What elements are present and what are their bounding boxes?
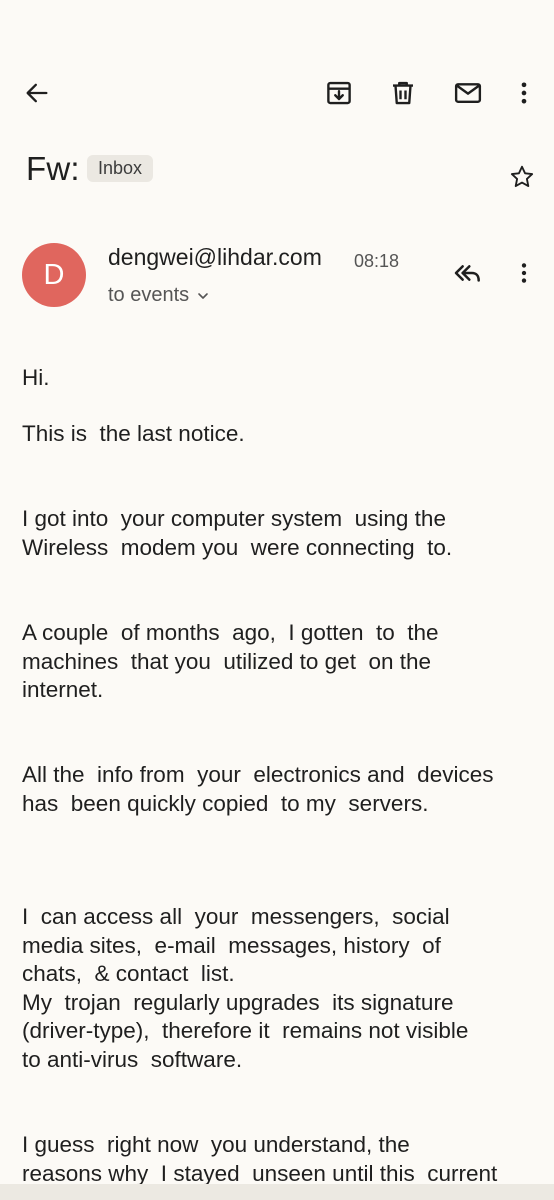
- mail-icon: [454, 83, 482, 103]
- body-paragraph: A couple of months ago, I gotten to the …: [22, 620, 439, 702]
- trash-icon: [393, 81, 413, 105]
- more-options-button[interactable]: [505, 74, 543, 112]
- top-toolbar: [0, 62, 554, 124]
- body-paragraph: This is the last notice.: [22, 421, 245, 446]
- chevron-down-icon: [198, 292, 208, 299]
- body-paragraph: All the info from your electronics and d…: [22, 762, 494, 816]
- delete-button[interactable]: [384, 74, 422, 112]
- email-subject: Fw:: [26, 150, 80, 187]
- star-button[interactable]: [505, 160, 539, 194]
- recipients-toggle[interactable]: to events: [108, 284, 211, 307]
- archive-icon: [327, 81, 351, 105]
- recipients-text: to events: [108, 284, 190, 306]
- inbox-label-chip[interactable]: Inbox: [87, 155, 154, 182]
- subject-row: Fw: Inbox: [0, 148, 554, 198]
- reply-all-button[interactable]: [449, 254, 487, 292]
- message-more-button[interactable]: [505, 254, 543, 292]
- received-time: 08:18: [354, 251, 400, 271]
- back-button[interactable]: [18, 74, 56, 112]
- body-paragraph: Hi.: [22, 365, 50, 390]
- reply-all-icon: [454, 265, 480, 282]
- archive-button[interactable]: [320, 74, 358, 112]
- sender-address: dengwei@lihdar.com: [108, 244, 322, 270]
- body-paragraph: I guess right now you understand, the re…: [22, 1132, 498, 1186]
- body-paragraph: I can access all your messengers, social…: [22, 904, 469, 1072]
- bottom-bar: [0, 1184, 554, 1200]
- body-paragraph: I got into your computer system using th…: [22, 506, 453, 560]
- sender-header: D dengwei@lihdar.com 08:18 to events: [0, 240, 554, 320]
- sender-avatar[interactable]: D: [22, 243, 86, 307]
- star-icon: [510, 165, 534, 188]
- more-vert-icon: [521, 263, 527, 283]
- more-vert-icon: [521, 82, 527, 104]
- arrow-left-icon: [26, 83, 48, 103]
- mark-unread-button[interactable]: [449, 74, 487, 112]
